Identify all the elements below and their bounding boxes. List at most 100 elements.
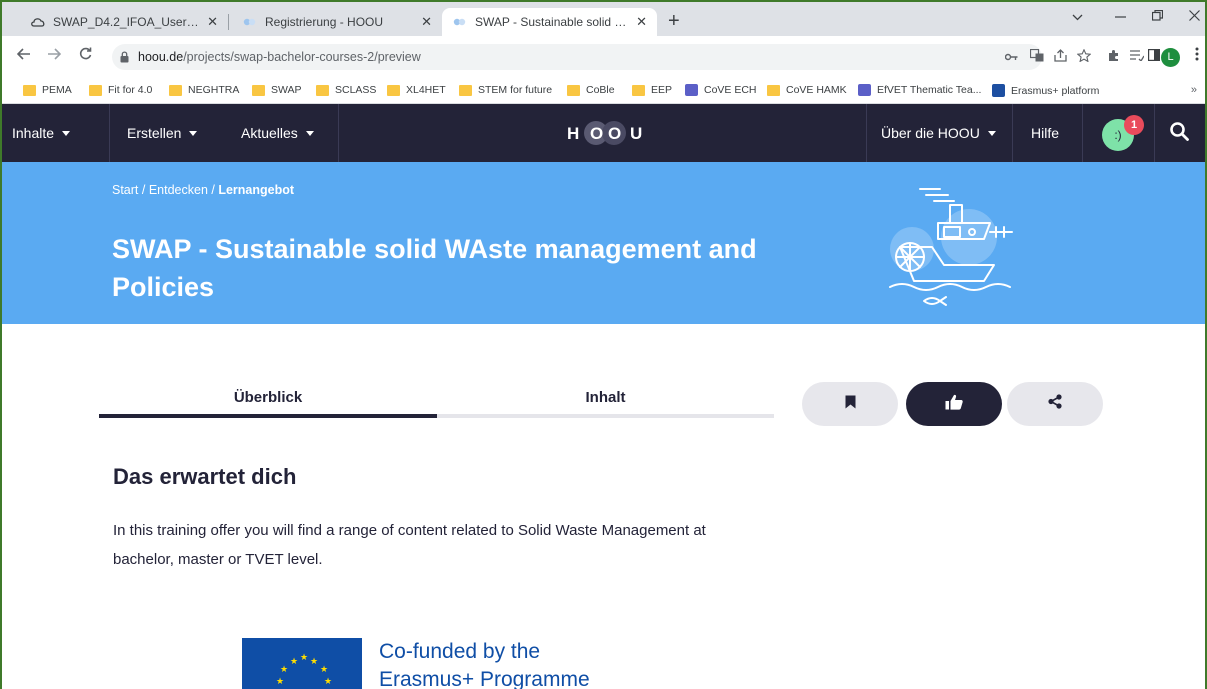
folder-icon	[387, 84, 400, 96]
share-button[interactable]	[1007, 382, 1103, 426]
bookmark-item[interactable]: EfVET Thematic Tea...	[858, 84, 981, 96]
bookmark-icon	[845, 395, 856, 414]
cloud-icon	[30, 14, 46, 30]
bookmark-button[interactable]	[802, 382, 898, 426]
nav-hilfe[interactable]: Hilfe	[1031, 104, 1059, 162]
folder-icon	[89, 84, 102, 96]
bookmark-item[interactable]: SWAP	[252, 84, 302, 96]
eu-text-line-2: Erasmus+ Programme	[379, 668, 590, 689]
folder-icon	[632, 84, 645, 96]
bookmark-item[interactable]: SCLASS	[316, 84, 376, 96]
nav-divider	[338, 104, 339, 162]
tab-underline	[437, 414, 774, 418]
notification-badge[interactable]: 1	[1124, 115, 1144, 135]
folder-icon	[316, 84, 329, 96]
nav-label: Inhalte	[12, 125, 55, 141]
nav-label: Erstellen	[127, 125, 182, 141]
bookmark-label: SWAP	[271, 84, 302, 96]
reload-icon[interactable]	[79, 47, 92, 65]
caret-down-icon	[305, 130, 314, 136]
bookmark-item[interactable]: XL4HET	[387, 84, 446, 96]
bookmark-item[interactable]: NEGHTRA	[169, 84, 239, 96]
content-tabs: Überblick Inhalt	[99, 380, 774, 420]
share-page-icon[interactable]	[1054, 49, 1067, 65]
restore-icon[interactable]	[1151, 9, 1164, 24]
close-tab-icon[interactable]: ✕	[636, 14, 647, 30]
extensions-icon[interactable]	[1107, 49, 1120, 65]
bookmark-label: CoBle	[586, 84, 615, 96]
bookmark-item[interactable]: CoVE ECH	[685, 84, 757, 96]
bookmark-item[interactable]: CoBle	[567, 84, 615, 96]
svg-text:★: ★	[280, 665, 288, 675]
ship-illustration-icon	[884, 187, 1019, 312]
caret-down-icon	[987, 130, 996, 136]
bookmark-label: Fit for 4.0	[108, 84, 153, 96]
more-bookmarks-button[interactable]: »	[1191, 84, 1197, 96]
minimize-icon[interactable]	[1115, 9, 1126, 24]
forward-icon[interactable]	[47, 47, 62, 65]
page-title: SWAP - Sustainable solid WAste managemen…	[112, 234, 757, 302]
folder-icon	[767, 84, 780, 96]
tab-search-icon[interactable]	[1072, 9, 1083, 24]
nav-divider	[866, 104, 867, 162]
nav-divider	[1082, 104, 1083, 162]
nav-erstellen[interactable]: Erstellen	[127, 104, 198, 162]
bookmark-item[interactable]: PEMA	[23, 84, 72, 96]
breadcrumb-current: Lernangebot	[218, 183, 295, 197]
bookmark-item[interactable]: Erasmus+ platform	[992, 84, 1099, 97]
hero-banner: Start / Entdecken / Lernangebot SWAP - S…	[2, 162, 1205, 324]
nav-inhalte[interactable]: Inhalte	[12, 104, 71, 162]
key-icon[interactable]	[1004, 49, 1018, 64]
back-icon[interactable]	[16, 47, 31, 65]
nav-divider	[1012, 104, 1013, 162]
svg-text:★: ★	[324, 677, 332, 687]
nav-divider	[1154, 104, 1155, 162]
new-tab-button[interactable]: +	[668, 11, 680, 31]
url-text: hoou.de/projects/swap-bachelor-courses-2…	[138, 50, 421, 64]
bookmark-label: EfVET Thematic Tea...	[877, 84, 982, 96]
search-icon[interactable]	[1170, 122, 1189, 146]
breadcrumb-start[interactable]: Start	[112, 183, 138, 197]
folder-icon	[169, 84, 182, 96]
browser-tab-handbook[interactable]: SWAP_D4.2_IFOA_UserHandbook ✕	[20, 8, 228, 36]
url-path: /projects/swap-bachelor-courses-2/previe…	[183, 50, 421, 64]
address-bar[interactable]: hoou.de/projects/swap-bachelor-courses-2…	[112, 44, 1042, 70]
bookmark-item[interactable]: CoVE HAMK	[767, 84, 847, 96]
breadcrumb-entdecken[interactable]: Entdecken	[149, 183, 208, 197]
side-panel-icon[interactable]	[1148, 49, 1161, 64]
translate-icon[interactable]	[1029, 48, 1044, 65]
close-window-icon[interactable]	[1189, 9, 1200, 24]
reading-list-icon[interactable]	[1130, 49, 1145, 64]
teams-icon	[685, 84, 698, 96]
profile-avatar[interactable]: L	[1161, 48, 1180, 67]
bookmark-item[interactable]: Fit for 4.0	[89, 84, 152, 96]
nav-ueber-die-hoou[interactable]: Über die HOOU	[881, 104, 996, 162]
folder-icon	[23, 84, 36, 96]
like-button[interactable]	[906, 382, 1002, 426]
close-tab-icon[interactable]: ✕	[421, 14, 432, 30]
menu-kebab-icon[interactable]	[1195, 47, 1199, 64]
bookmark-label: XL4HET	[406, 84, 446, 96]
browser-tab-title: SWAP_D4.2_IFOA_UserHandbook	[53, 15, 201, 29]
close-tab-icon[interactable]: ✕	[207, 14, 218, 30]
hoou-logo[interactable]: H O O U HOOU	[564, 120, 648, 146]
nav-label: Aktuelles	[241, 125, 298, 141]
browser-tab-title: Registrierung - HOOU	[265, 15, 384, 29]
eu-icon	[992, 84, 1005, 97]
nav-aktuelles[interactable]: Aktuelles	[241, 104, 314, 162]
caret-down-icon	[189, 130, 198, 136]
tab-inhalt[interactable]: Inhalt	[437, 380, 774, 414]
folder-icon	[567, 84, 580, 96]
browser-toolbar: hoou.de/projects/swap-bachelor-courses-2…	[2, 36, 1205, 78]
bookmark-item[interactable]: STEM for future	[459, 84, 552, 96]
tab-ueberblick[interactable]: Überblick	[99, 380, 437, 414]
bookmark-star-icon[interactable]	[1076, 48, 1092, 65]
eu-funding-text: Co-funded by the Erasmus+ Programme	[379, 638, 590, 689]
browser-tab-registrierung[interactable]: Registrierung - HOOU ✕	[232, 8, 442, 36]
tab-separator	[228, 14, 229, 30]
browser-tab-swap[interactable]: SWAP - Sustainable solid WAste ✕	[442, 8, 657, 36]
tab-label: Überblick	[233, 388, 303, 406]
breadcrumb-separator: /	[138, 183, 149, 197]
lock-icon	[120, 50, 129, 68]
bookmark-item[interactable]: EEP	[632, 84, 672, 96]
